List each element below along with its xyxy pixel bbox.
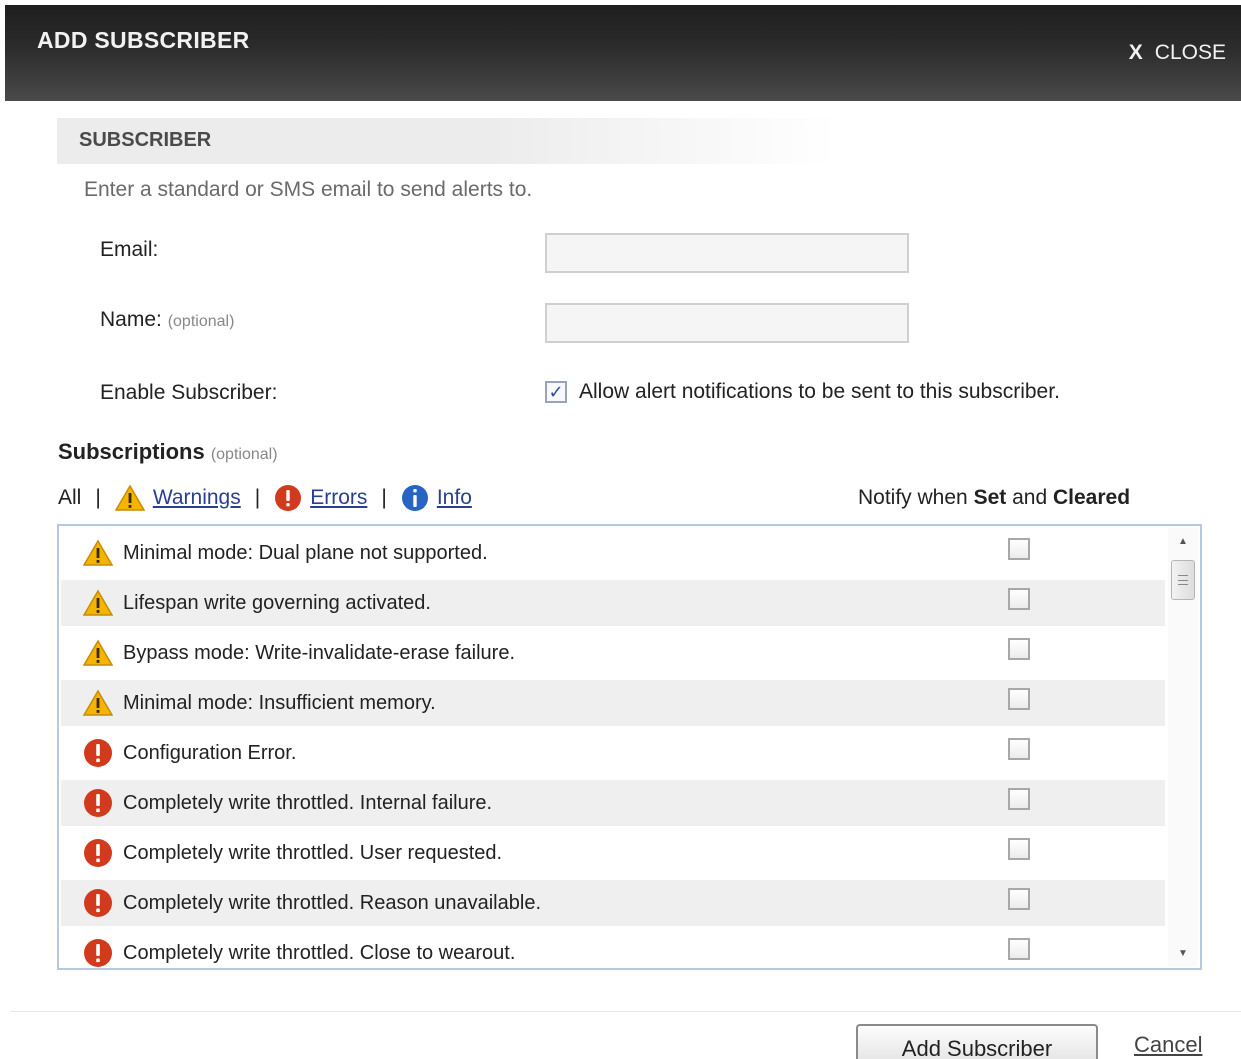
subscription-checkbox[interactable] [1008,838,1030,860]
subscription-label: Completely write throttled. Internal fai… [123,792,493,814]
subscription-checkbox[interactable] [1008,738,1030,760]
warning-icon [83,689,113,716]
notify-column-header: Notify when Set and Cleared [858,486,1130,510]
subscription-checkbox[interactable] [1008,638,1030,660]
dialog-title: ADD SUBSCRIBER [37,27,250,53]
scroll-thumb[interactable] [1171,560,1195,600]
subscription-checkbox[interactable] [1008,588,1030,610]
filter-separator: | [95,486,101,509]
email-field[interactable] [545,233,909,273]
subscription-label: Minimal mode: Insufficient memory. [123,692,436,714]
name-field[interactable] [545,303,909,343]
x-icon: X [1128,41,1143,64]
subscription-row: Minimal mode: Dual plane not supported. [61,530,1165,576]
subscription-label: Completely write throttled. Reason unava… [123,892,541,914]
grip-icon [1178,575,1188,585]
close-button[interactable]: X CLOSE [1129,41,1226,65]
subscription-row: Lifespan write governing activated. [61,580,1165,626]
notify-cleared: Cleared [1052,486,1131,509]
filter-errors[interactable]: Errors [274,484,367,512]
subscriptions-heading: Subscriptions (optional) [58,439,278,465]
filter-warnings[interactable]: Warnings [114,484,241,512]
subscription-checkbox[interactable] [1008,688,1030,710]
notify-and: and [1012,486,1048,509]
section-header-subscriber: SUBSCRIBER [57,118,837,164]
notify-prefix: Notify when [858,486,968,509]
subscription-label: Lifespan write governing activated. [123,592,431,614]
subscription-row: Minimal mode: Insufficient memory. [61,680,1165,726]
subscription-row: Completely write throttled. Reason unava… [61,880,1165,926]
error-icon [275,485,302,511]
warning-icon [114,484,145,511]
subscription-label: Configuration Error. [123,742,297,764]
name-label-wrap: Name: (optional) [100,308,234,332]
intro-text: Enter a standard or SMS email to send al… [84,178,533,201]
filter-separator: | [381,486,387,509]
subscription-label: Minimal mode: Dual plane not supported. [123,542,488,564]
subscription-row: Bypass mode: Write-invalidate-erase fail… [61,630,1165,676]
subscription-label: Bypass mode: Write-invalidate-erase fail… [123,642,516,664]
enable-subscriber-checkbox[interactable]: ✓ [545,381,567,403]
footer-divider [10,1011,1241,1012]
subscriptions-title: Subscriptions [58,439,205,464]
subscription-row: Completely write throttled. Internal fai… [61,780,1165,826]
info-icon [401,485,428,511]
close-label: CLOSE [1154,41,1226,64]
subscription-label: Completely write throttled. Close to wea… [123,942,516,964]
cancel-link[interactable]: Cancel [1134,1032,1202,1058]
filter-info[interactable]: Info [401,484,472,512]
subscription-checkbox[interactable] [1008,538,1030,560]
enable-subscriber-control: ✓ Allow alert notifications to be sent t… [545,380,1060,404]
notify-set: Set [973,486,1007,509]
warning-icon [83,589,113,616]
error-icon [84,889,112,917]
subscription-label: Completely write throttled. User request… [123,842,503,864]
filter-info-label: Info [436,486,472,509]
warning-icon [83,539,113,566]
error-icon [84,739,112,767]
filter-separator: | [254,486,261,509]
subscription-row: Configuration Error. [61,730,1165,776]
enable-subscriber-text: Allow alert notifications to be sent to … [579,380,1060,403]
subscription-row: Completely write throttled. Close to wea… [61,930,1165,968]
subscription-list[interactable]: Minimal mode: Dual plane not supported. L… [57,524,1202,970]
checkmark-icon: ✓ [548,381,564,402]
enable-subscriber-label: Enable Subscriber: [100,381,278,404]
error-icon [84,839,112,867]
subscription-checkbox[interactable] [1008,888,1030,910]
error-icon [84,939,112,967]
subscription-checkbox[interactable] [1008,788,1030,810]
filter-warnings-label: Warnings [152,486,241,509]
subscription-filter-bar: All | Warnings | Errors | Info [58,484,472,512]
subscription-checkbox[interactable] [1008,938,1030,960]
scroll-up-arrow-icon[interactable]: ▲ [1168,530,1198,552]
dialog-header: ADD SUBSCRIBER X CLOSE [5,5,1241,101]
scroll-down-arrow-icon[interactable]: ▼ [1168,942,1198,964]
add-subscriber-button[interactable]: Add Subscriber [856,1024,1098,1059]
filter-all[interactable]: All [58,486,81,510]
name-label: Name: [100,308,162,331]
scrollbar[interactable]: ▲ ▼ [1168,528,1198,966]
warning-icon [83,639,113,666]
name-optional-hint: (optional) [167,313,235,330]
filter-errors-label: Errors [310,486,368,509]
error-icon [84,789,112,817]
subscriptions-optional-hint: (optional) [210,446,278,463]
section-title: SUBSCRIBER [79,129,212,151]
subscription-row: Completely write throttled. User request… [61,830,1165,876]
email-label: Email: [100,238,159,261]
